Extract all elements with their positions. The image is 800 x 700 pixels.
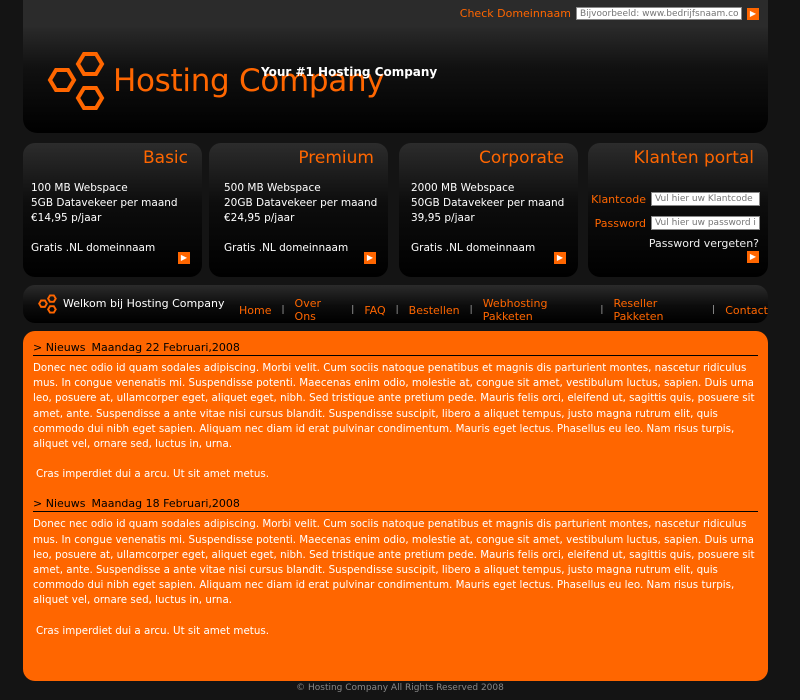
password-input[interactable] [651, 216, 760, 230]
news-item: > Nieuws Maandag 18 Februari,2008 Donec n… [33, 497, 759, 638]
news-label[interactable]: > Nieuws [33, 341, 85, 354]
feature-traffic: 20GB Datavekeer per maand [224, 197, 378, 209]
portal-title: Klanten portal [633, 148, 754, 168]
nav-faq[interactable]: FAQ [364, 304, 385, 317]
nav-home[interactable]: Home [239, 304, 271, 317]
klantcode-input[interactable] [651, 192, 760, 206]
nav-over-ons[interactable]: Over Ons [295, 297, 342, 323]
nav-contact[interactable]: Contact [725, 304, 768, 317]
tagline: Your #1 Hosting Company [261, 65, 438, 79]
arrow-right-icon: ▶ [749, 8, 757, 18]
news-paragraph: Cras imperdiet dui a arcu. Ut sit amet m… [36, 468, 269, 481]
forgot-password-link[interactable]: Password vergeten? [649, 237, 759, 250]
nav-bestellen[interactable]: Bestellen [409, 304, 460, 317]
news-date: Maandag 22 Februari,2008 [91, 341, 240, 354]
news-paragraph: Donec nec odio id quam sodales adipiscin… [33, 518, 755, 607]
feature-price: €14,95 p/jaar [31, 212, 102, 224]
news-content: > Nieuws Maandag 22 Februari,2008 Donec n… [23, 331, 768, 681]
customer-portal: Klanten portal Klantcode Password Passwo… [588, 143, 768, 277]
top-bar: Check Domeinnaam ▶ [23, 0, 768, 27]
news-item: > Nieuws Maandag 22 Februari,2008 Donec n… [33, 341, 759, 482]
package-basic: Basic 100 MB Webspace 5GB Datavekeer per… [23, 143, 202, 277]
feature-domain: Gratis .NL domeinnaam [31, 242, 156, 254]
package-corporate-button[interactable]: ▶ [554, 252, 566, 264]
login-button[interactable]: ▶ [747, 251, 759, 263]
klantcode-label: Klantcode [591, 192, 646, 206]
news-paragraph: Donec nec odio id quam sodales adipiscin… [33, 362, 755, 451]
feature-webspace: 100 MB Webspace [31, 182, 128, 194]
package-title: Premium [298, 148, 374, 168]
package-premium: Premium 500 MB Webspace 20GB Datavekeer … [209, 143, 388, 277]
package-features: 500 MB Webspace 20GB Datavekeer per maan… [224, 181, 377, 256]
news-header: > Nieuws Maandag 22 Februari,2008 [33, 341, 758, 356]
domain-check-button[interactable]: ▶ [747, 7, 759, 20]
footer: © Hosting Company All Rights Reserved 20… [296, 683, 504, 693]
package-title: Corporate [479, 148, 564, 168]
nav-separator: | [600, 305, 604, 315]
feature-traffic: 50GB Datavekeer per maand [411, 197, 565, 209]
feature-webspace: 2000 MB Webspace [411, 182, 515, 194]
feature-price: €24,95 p/jaar [224, 212, 295, 224]
news-paragraph: Cras imperdiet dui a arcu. Ut sit amet m… [36, 624, 269, 637]
feature-webspace: 500 MB Webspace [224, 182, 321, 194]
nav-separator: | [351, 305, 355, 315]
feature-traffic: 5GB Datavekeer per maand [31, 197, 178, 209]
nav-separator: | [281, 305, 285, 315]
main-nav: Home | Over Ons | FAQ | Bestellen | Webh… [239, 297, 768, 323]
news-date: Maandag 18 Februari,2008 [91, 497, 240, 511]
news-body: Donec nec odio id quam sodales adipiscin… [33, 517, 760, 638]
welcome-text: Welkom bij Hosting Company [63, 297, 225, 310]
check-domain-label: Check Domeinnaam [459, 7, 571, 20]
feature-domain: Gratis .NL domeinnaam [224, 242, 349, 254]
domain-search-input[interactable] [576, 7, 742, 20]
feature-price: 39,95 p/jaar [411, 212, 475, 224]
nav-webhosting-pakketen[interactable]: Webhosting Pakketen [483, 297, 591, 323]
package-corporate: Corporate 2000 MB Webspace 50GB Dataveke… [399, 143, 578, 277]
nav-separator: | [469, 305, 473, 315]
nav-separator: | [712, 305, 716, 315]
klantcode-row: Klantcode [591, 192, 760, 206]
hexagon-logo-icon [47, 52, 105, 110]
package-title: Basic [142, 148, 188, 168]
arrow-right-icon: ▶ [366, 253, 374, 262]
header: Hosting Company Your #1 Hosting Company [23, 27, 768, 133]
password-label: Password [594, 216, 646, 230]
hexagon-logo-icon [38, 294, 57, 314]
package-features: 2000 MB Webspace 50GB Datavekeer per maa… [411, 181, 564, 256]
arrow-right-icon: ▶ [749, 252, 757, 261]
feature-domain: Gratis .NL domeinnaam [411, 242, 536, 254]
nav-reseller-pakketen[interactable]: Reseller Pakketen [613, 297, 702, 323]
package-features: 100 MB Webspace 5GB Datavekeer per maand… [31, 181, 178, 256]
news-body: Donec nec odio id quam sodales adipiscin… [33, 361, 760, 482]
arrow-right-icon: ▶ [180, 253, 188, 262]
arrow-right-icon: ▶ [556, 253, 564, 262]
package-premium-button[interactable]: ▶ [364, 252, 376, 264]
news-label[interactable]: > Nieuws [33, 497, 85, 510]
nav-bar: Welkom bij Hosting Company Home | Over O… [23, 285, 768, 323]
password-row: Password [595, 216, 760, 230]
nav-separator: | [395, 305, 399, 315]
news-header: > Nieuws Maandag 18 Februari,2008 [33, 497, 758, 513]
package-basic-button[interactable]: ▶ [178, 252, 190, 264]
